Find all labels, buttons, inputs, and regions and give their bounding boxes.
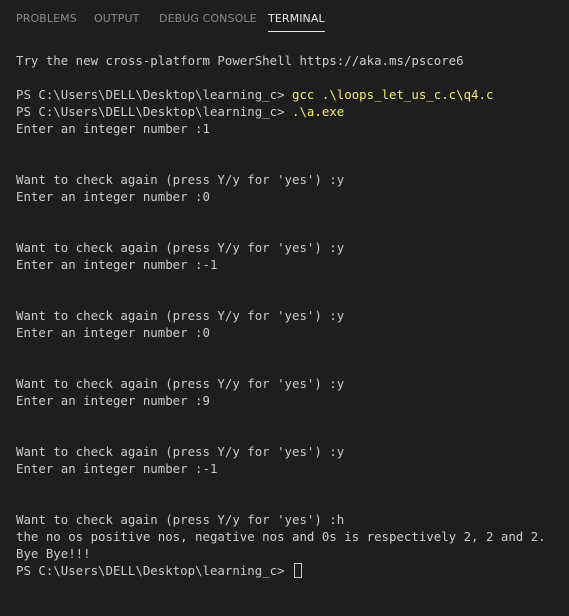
tab-output-label: OUTPUT bbox=[94, 12, 140, 25]
terminal-output[interactable]: Try the new cross-platform PowerShell ht… bbox=[0, 36, 569, 616]
terminal-cursor bbox=[294, 563, 303, 578]
terminal-final-prompt-line: PS C:\Users\DELL\Desktop\learning_c> bbox=[16, 562, 303, 579]
terminal-prompt: PS C:\Users\DELL\Desktop\learning_c> bbox=[16, 87, 293, 102]
terminal-command-line: PS C:\Users\DELL\Desktop\learning_c> gcc… bbox=[16, 86, 493, 103]
terminal-output-line: Want to check again (press Y/y for 'yes'… bbox=[16, 240, 345, 255]
terminal-command: gcc .\loops_let_us_c.c\q4.c bbox=[292, 87, 494, 102]
terminal-output-line: Want to check again (press Y/y for 'yes'… bbox=[16, 376, 345, 391]
terminal-summary-line: the no os positive nos, negative nos and… bbox=[16, 529, 546, 544]
terminal-prompt: PS C:\Users\DELL\Desktop\learning_c> bbox=[16, 104, 293, 119]
terminal-output-line: Want to check again (press Y/y for 'yes'… bbox=[16, 308, 345, 323]
terminal-output-line: Want to check again (press Y/y for 'yes'… bbox=[16, 444, 345, 459]
terminal-output-line: Want to check again (press Y/y for 'yes'… bbox=[16, 512, 345, 527]
tab-debug-console[interactable]: DEBUG CONSOLE bbox=[159, 0, 257, 36]
tab-terminal[interactable]: TERMINAL bbox=[268, 0, 325, 36]
tab-problems-label: PROBLEMS bbox=[16, 12, 77, 25]
panel-tab-bar: PROBLEMS OUTPUT DEBUG CONSOLE TERMINAL bbox=[0, 0, 569, 36]
terminal-command-line: PS C:\Users\DELL\Desktop\learning_c> .\a… bbox=[16, 103, 344, 120]
tab-terminal-label: TERMINAL bbox=[268, 12, 325, 25]
terminal-farewell-line: Bye Bye!!! bbox=[16, 546, 91, 561]
terminal-command: .\a.exe bbox=[292, 104, 345, 119]
terminal-banner: Try the new cross-platform PowerShell ht… bbox=[16, 53, 464, 68]
terminal-output-line: Want to check again (press Y/y for 'yes'… bbox=[16, 172, 345, 187]
tab-debug-console-label: DEBUG CONSOLE bbox=[159, 12, 257, 25]
terminal-output-line: Enter an integer number :-1 bbox=[16, 257, 218, 272]
terminal-output-line: Enter an integer number :0 bbox=[16, 325, 210, 340]
terminal-output-line: Enter an integer number :1 bbox=[16, 121, 210, 136]
terminal-panel: PROBLEMS OUTPUT DEBUG CONSOLE TERMINAL T… bbox=[0, 0, 569, 616]
terminal-output-line: Enter an integer number :9 bbox=[16, 393, 210, 408]
tab-output[interactable]: OUTPUT bbox=[94, 0, 139, 36]
active-tab-indicator bbox=[268, 31, 325, 32]
terminal-prompt: PS C:\Users\DELL\Desktop\learning_c> bbox=[16, 563, 293, 578]
terminal-output-line: Enter an integer number :-1 bbox=[16, 461, 218, 476]
tab-problems[interactable]: PROBLEMS bbox=[16, 0, 77, 36]
terminal-output-line: Enter an integer number :0 bbox=[16, 189, 210, 204]
